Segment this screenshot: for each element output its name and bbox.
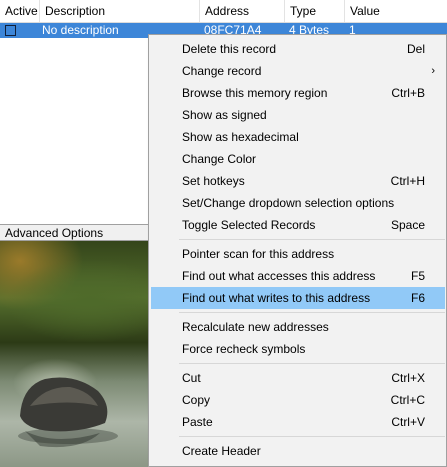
column-header-value[interactable]: Value: [345, 0, 447, 22]
context-menu: Delete this record Del Change record › B…: [148, 34, 447, 467]
menu-separator: [179, 312, 445, 313]
menu-item-show-signed[interactable]: Show as signed: [151, 104, 445, 126]
address-list-header: Active Description Address Type Value: [0, 0, 447, 23]
menu-item-set-hotkeys[interactable]: Set hotkeys Ctrl+H: [151, 170, 445, 192]
menu-item-find-writes[interactable]: Find out what writes to this address F6: [151, 287, 445, 309]
menu-item-create-header[interactable]: Create Header: [151, 440, 445, 462]
menu-item-cut[interactable]: Cut Ctrl+X: [151, 367, 445, 389]
column-header-description[interactable]: Description: [40, 0, 200, 22]
chevron-right-icon: ›: [431, 65, 435, 77]
column-header-type[interactable]: Type: [285, 0, 345, 22]
menu-item-dropdown-options[interactable]: Set/Change dropdown selection options: [151, 192, 445, 214]
menu-item-paste[interactable]: Paste Ctrl+V: [151, 411, 445, 433]
column-header-active[interactable]: Active: [0, 0, 40, 22]
menu-item-browse-memory[interactable]: Browse this memory region Ctrl+B: [151, 82, 445, 104]
menu-separator: [179, 363, 445, 364]
menu-item-pointer-scan[interactable]: Pointer scan for this address: [151, 243, 445, 265]
menu-separator: [179, 239, 445, 240]
menu-item-toggle-records[interactable]: Toggle Selected Records Space: [151, 214, 445, 236]
menu-item-delete-record[interactable]: Delete this record Del: [151, 38, 445, 60]
menu-item-recalculate[interactable]: Recalculate new addresses: [151, 316, 445, 338]
row-description: No description: [42, 23, 119, 37]
menu-item-change-color[interactable]: Change Color: [151, 148, 445, 170]
menu-item-change-record[interactable]: Change record ›: [151, 60, 445, 82]
menu-item-find-accesses[interactable]: Find out what accesses this address F5: [151, 265, 445, 287]
menu-separator: [179, 436, 445, 437]
column-header-address[interactable]: Address: [200, 0, 285, 22]
menu-item-copy[interactable]: Copy Ctrl+C: [151, 389, 445, 411]
menu-item-show-hex[interactable]: Show as hexadecimal: [151, 126, 445, 148]
active-checkbox[interactable]: [5, 25, 16, 36]
menu-item-recheck-symbols[interactable]: Force recheck symbols: [151, 338, 445, 360]
